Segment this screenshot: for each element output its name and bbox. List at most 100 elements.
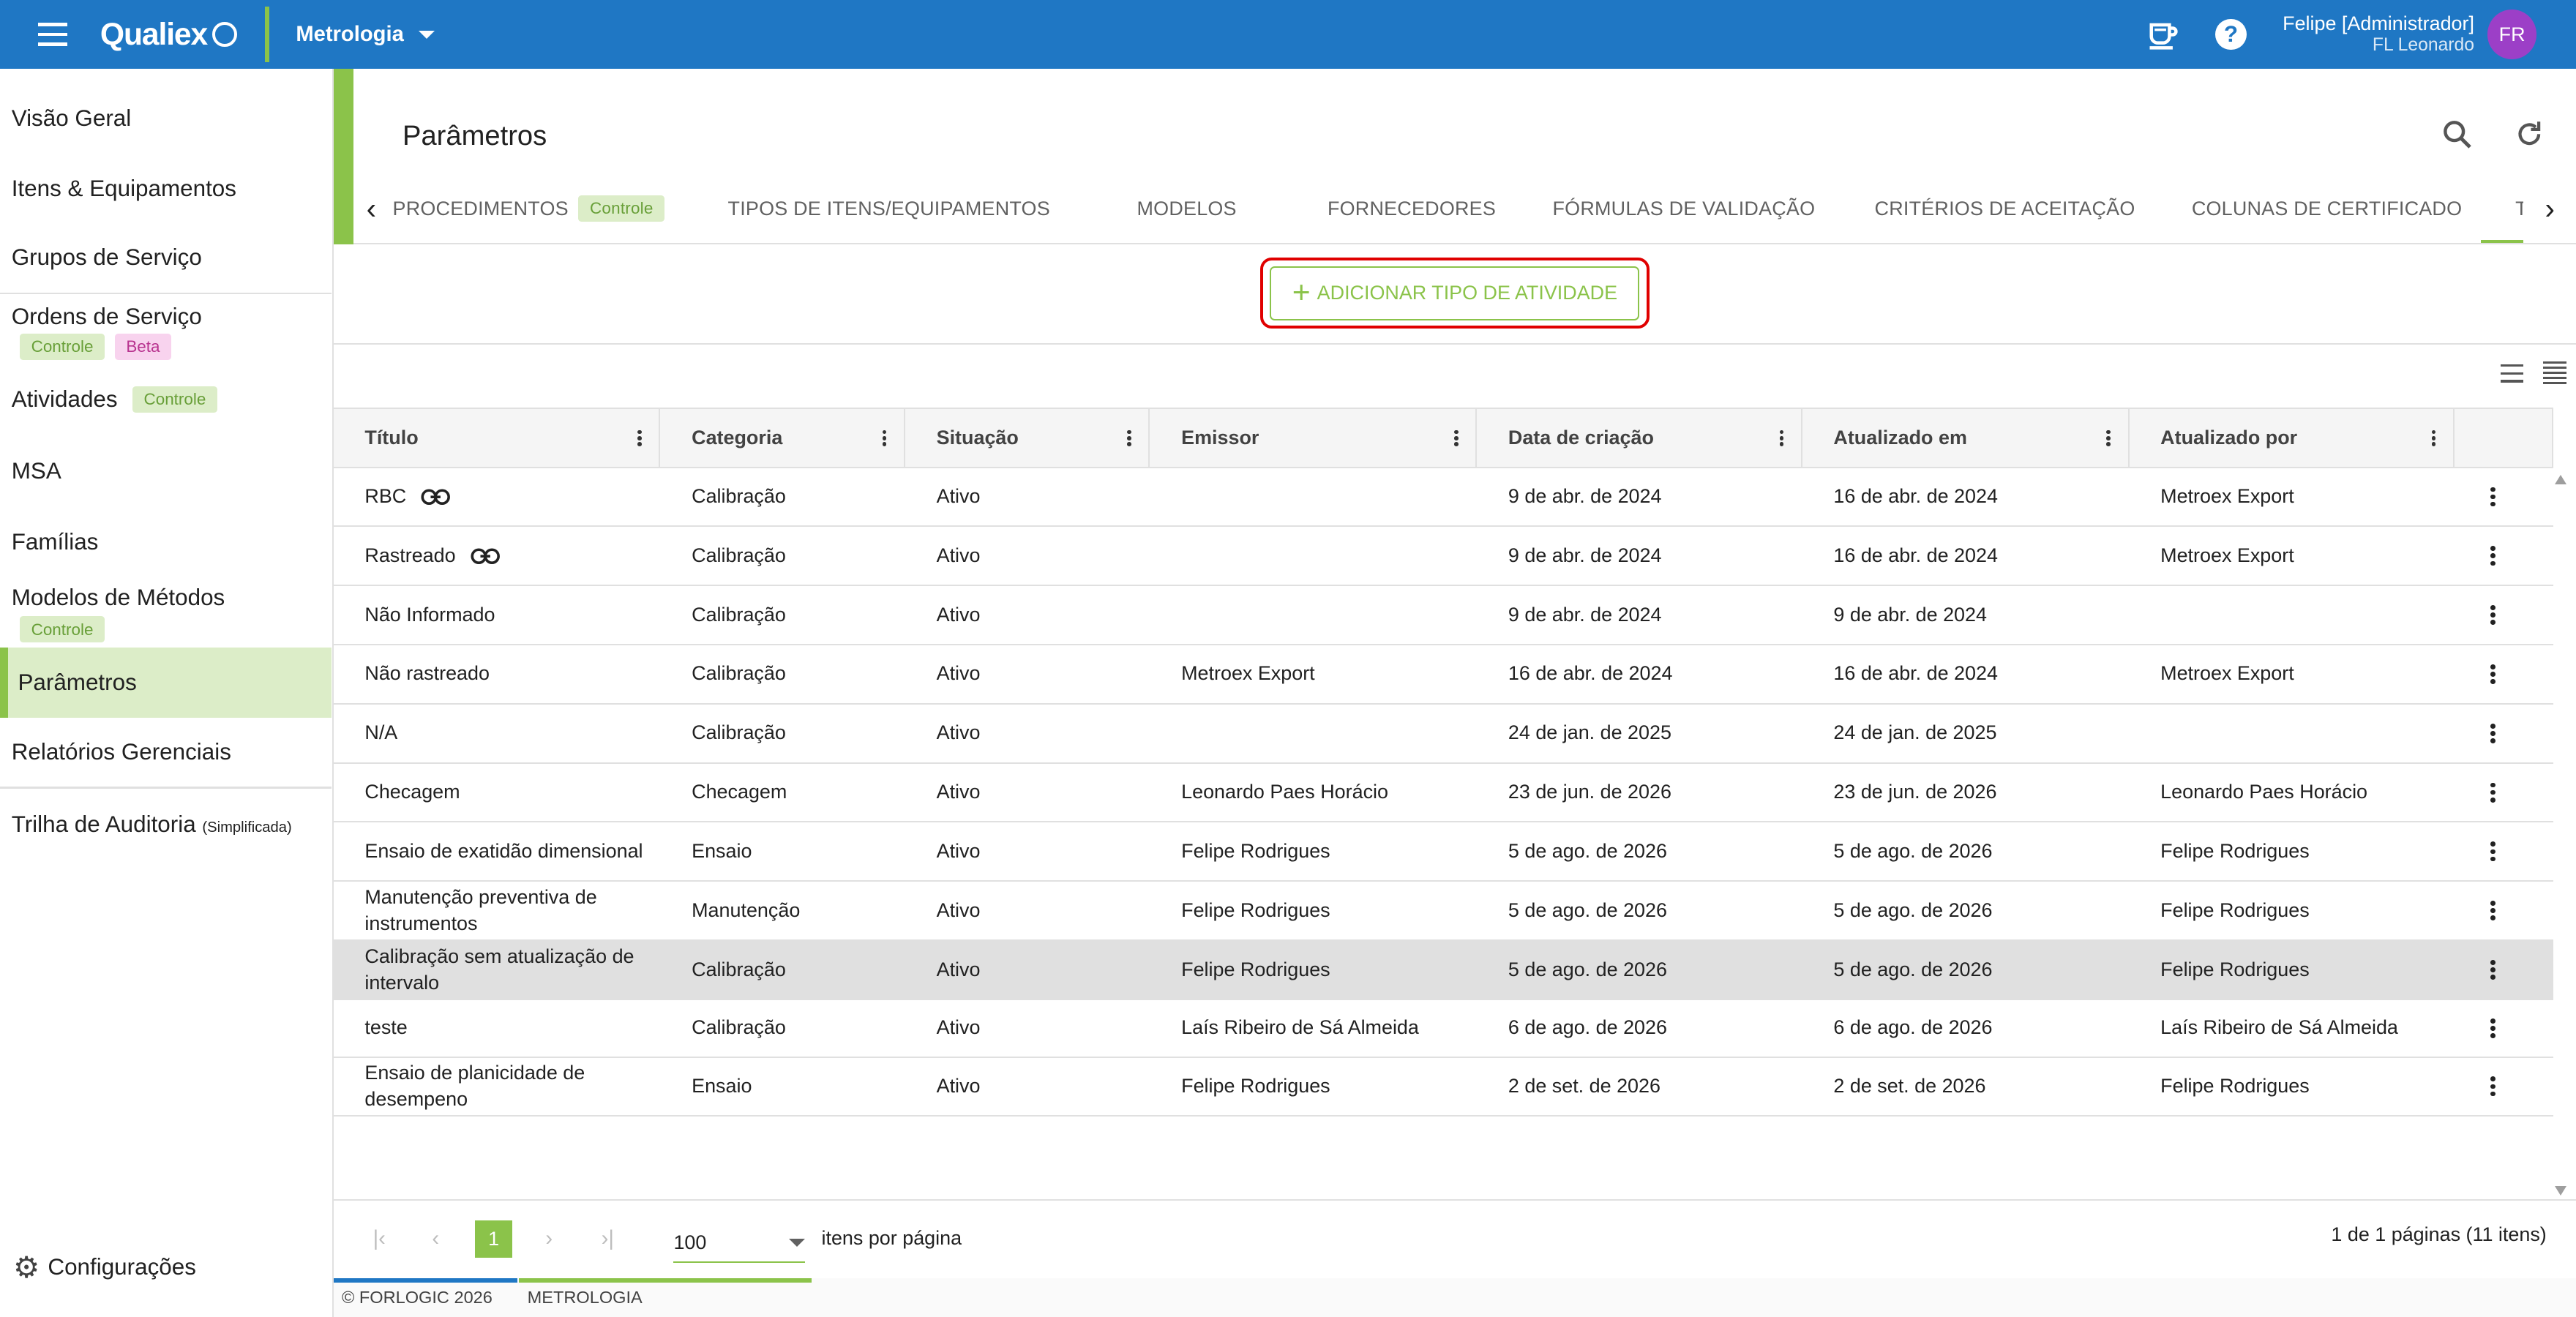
table-row[interactable]: Não Informado Calibração Ativo 9 de abr. de…: [333, 586, 2553, 646]
cell-text: 24 de jan. de 2025: [1833, 721, 1997, 744]
column-header-emissor[interactable]: Emissor: [1150, 408, 1478, 468]
cell-text: Ativo: [936, 1074, 981, 1097]
table-row[interactable]: RBC Calibração Ativo 9 de abr. de 2024 16 de…: [333, 468, 2553, 528]
row-actions-menu-icon[interactable]: [2490, 664, 2496, 684]
row-actions-menu-icon[interactable]: [2490, 546, 2496, 566]
column-menu-icon[interactable]: [1779, 429, 1785, 447]
column-menu-icon[interactable]: [1127, 429, 1132, 447]
page-size-select[interactable]: 100: [673, 1223, 806, 1264]
table-row[interactable]: Rastreado Calibração Ativo 9 de abr. de 202…: [333, 527, 2553, 587]
column-header-titulo[interactable]: Título: [334, 408, 661, 468]
column-menu-icon[interactable]: [1454, 429, 1459, 447]
table-cell-atualizado: 23 de jun. de 2026: [1802, 764, 2130, 822]
sidebar-item-visao-geral[interactable]: Visão Geral: [0, 105, 332, 132]
next-page-icon[interactable]: ›: [545, 1227, 553, 1251]
scroll-down-icon[interactable]: [2554, 1185, 2566, 1196]
sidebar-item-parametros[interactable]: Parâmetros: [0, 647, 332, 718]
row-actions-menu-icon[interactable]: [2490, 723, 2496, 743]
column-menu-icon[interactable]: [2106, 429, 2111, 447]
table-row[interactable]: teste Calibração Ativo Laís Ribeiro de Sá A…: [333, 1000, 2553, 1058]
tab-criterios-aceitacao[interactable]: CRITÉRIOS DE ACEITAÇÃO: [1875, 173, 2135, 244]
settings-link[interactable]: ⚙ Configurações: [13, 1250, 196, 1285]
module-selector[interactable]: Metrologia: [296, 23, 435, 47]
table-row[interactable]: Ensaio de planicidade de desempeno Ensaio…: [333, 1058, 2553, 1117]
footer-copyright: © FORLOGIC 2026: [341, 1288, 493, 1307]
avatar[interactable]: FR: [2487, 10, 2537, 59]
sidebar-item-modelos-metodos[interactable]: Modelos de Métodos Controle: [0, 585, 332, 643]
cell-text: Ensaio de planicidade de desempeno: [364, 1062, 585, 1110]
sidebar-item-trilha-auditoria[interactable]: Trilha de Auditoria (Simplificada): [0, 811, 332, 838]
table-cell-titulo: Manutenção preventiva de instrumentos: [334, 882, 661, 939]
tab-scroll-right-icon[interactable]: ›: [2523, 172, 2576, 244]
table-cell-categoria: Checagem: [660, 764, 905, 822]
user-name: Felipe [Administrador]: [2283, 12, 2474, 34]
table-row[interactable]: Ensaio de exatidão dimensional Ensaio Ativ…: [333, 822, 2553, 882]
table-cell-atualizado: 16 de abr. de 2024: [1802, 468, 2130, 526]
tab-bar: ‹ PROCEDIMENTOS Controle TIPOS DE ITENS/…: [353, 172, 2576, 245]
table-row[interactable]: Não rastreado Calibração Ativo Metroex Expo…: [333, 645, 2553, 705]
column-header-categoria[interactable]: Categoria: [660, 408, 905, 468]
first-page-icon[interactable]: |‹: [373, 1227, 386, 1251]
column-header-atualizado-por[interactable]: Atualizado por: [2130, 408, 2455, 468]
column-menu-icon[interactable]: [637, 429, 643, 447]
tab-fornecedores[interactable]: FORNECEDORES: [1328, 173, 1496, 244]
table-cell-por: Felipe Rodrigues: [2130, 1058, 2455, 1116]
user-info[interactable]: Felipe [Administrador] FL Leonardo: [2283, 12, 2474, 56]
column-header-data-criacao[interactable]: Data de criação: [1477, 408, 1802, 468]
tab-colunas-certificado[interactable]: COLUNAS DE CERTIFICADO: [2192, 173, 2462, 244]
cell-text: Ativo: [936, 603, 981, 626]
last-page-icon[interactable]: ›|: [602, 1227, 614, 1251]
scroll-up-icon[interactable]: [2554, 475, 2566, 484]
tab-tipos-itens[interactable]: TIPOS DE ITENS/EQUIPAMENTOS: [728, 173, 1050, 244]
search-icon[interactable]: [2443, 120, 2472, 149]
page-number-button[interactable]: 1: [474, 1220, 513, 1258]
table-cell-por: [2130, 705, 2455, 762]
coffee-cup-icon[interactable]: [2146, 18, 2179, 51]
column-header-atualizado-em[interactable]: Atualizado em: [1802, 408, 2130, 468]
cell-text: Felipe Rodrigues: [2160, 1074, 2310, 1097]
column-header-actions: [2455, 408, 2553, 468]
hamburger-menu-icon[interactable]: [26, 8, 79, 61]
column-header-situacao[interactable]: Situação: [905, 408, 1150, 468]
table-row[interactable]: Manutenção preventiva de instrumentos Man…: [333, 882, 2553, 942]
table-row[interactable]: Checagem Checagem Ativo Leonardo Paes Horác…: [333, 764, 2553, 823]
controle-badge: Controle: [578, 195, 665, 222]
column-menu-icon[interactable]: [2431, 429, 2437, 447]
row-actions-menu-icon[interactable]: [2490, 487, 2496, 507]
list-view-icon[interactable]: [2500, 364, 2524, 383]
table-row[interactable]: N/A Calibração Ativo 24 de jan. de 2025 24 d…: [333, 705, 2553, 764]
sidebar-item-ordens-servico[interactable]: Ordens de Serviço Controle Beta: [0, 304, 332, 360]
sidebar-item-familias[interactable]: Famílias: [0, 529, 332, 555]
table-cell-atualizado: 24 de jan. de 2025: [1802, 705, 2130, 762]
add-activity-type-button[interactable]: + ADICIONAR TIPO DE ATIVIDADE: [1270, 266, 1640, 320]
row-actions-menu-icon[interactable]: [2490, 901, 2496, 921]
tab-formulas-validacao[interactable]: FÓRMULAS DE VALIDAÇÃO: [1553, 173, 1816, 244]
tab-procedimentos[interactable]: PROCEDIMENTOS Controle: [393, 173, 665, 244]
cell-text: 16 de abr. de 2024: [1508, 662, 1673, 685]
compact-view-icon[interactable]: [2543, 361, 2566, 385]
sidebar-item-grupos-servico[interactable]: Grupos de Serviço: [0, 244, 332, 271]
row-actions-menu-icon[interactable]: [2490, 960, 2496, 980]
sidebar-item-itens-equipamentos[interactable]: Itens & Equipamentos: [0, 176, 332, 202]
previous-page-icon[interactable]: ‹: [432, 1227, 439, 1251]
refresh-icon[interactable]: [2514, 119, 2545, 150]
tab-modelos[interactable]: MODELOS: [1137, 173, 1237, 244]
sidebar-item-atividades[interactable]: Atividades Controle: [0, 386, 332, 413]
logo[interactable]: Qualiex: [100, 17, 237, 53]
row-actions-menu-icon[interactable]: [2490, 782, 2496, 803]
sidebar-item-label: Grupos de Serviço: [11, 244, 202, 271]
row-actions-menu-icon[interactable]: [2490, 605, 2496, 626]
row-actions-menu-icon[interactable]: [2490, 841, 2496, 862]
sidebar-item-msa[interactable]: MSA: [0, 458, 332, 484]
help-icon[interactable]: ?: [2215, 18, 2247, 50]
cell-text: Metroex Export: [2160, 485, 2294, 507]
row-actions-menu-icon[interactable]: [2490, 1018, 2496, 1038]
cell-text: Metroex Export: [2160, 544, 2294, 566]
tab-scroll-left-icon[interactable]: ‹: [353, 172, 390, 244]
column-menu-icon[interactable]: [882, 429, 888, 447]
sidebar-item-relatorios[interactable]: Relatórios Gerenciais: [0, 739, 332, 765]
row-actions-menu-icon[interactable]: [2490, 1076, 2496, 1097]
cell-text: 23 de jun. de 2026: [1833, 781, 1997, 803]
cell-text: Felipe Rodrigues: [1181, 1074, 1330, 1097]
table-row[interactable]: Calibração sem atualização de intervalo C…: [333, 941, 2553, 1000]
